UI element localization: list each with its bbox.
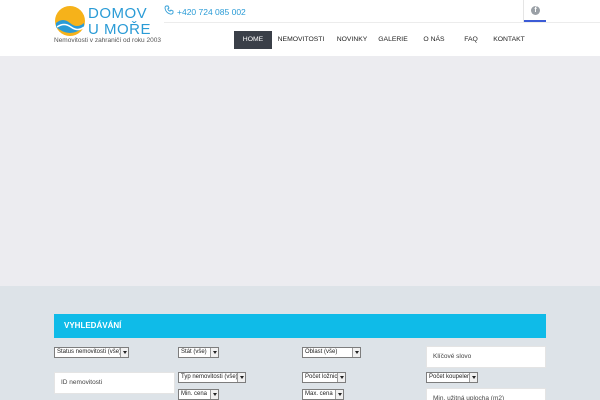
max-price-select-value: Max. cena: [305, 391, 333, 397]
phone-link[interactable]: +420 724 085 002: [177, 6, 246, 18]
nav-item-novinky[interactable]: NOVINKY: [330, 31, 374, 49]
min-price-select[interactable]: Min. cena: [178, 389, 219, 400]
min-price-select-value: Min. cena: [181, 391, 208, 397]
chevron-down-icon: [469, 373, 477, 382]
region-select[interactable]: Oblast (vše): [302, 347, 361, 358]
property-type-select-value: Typ nemovitosti (vše): [181, 374, 238, 380]
chevron-down-icon: [120, 348, 128, 357]
max-price-select[interactable]: Max. cena: [302, 389, 344, 400]
status-select[interactable]: Status nemovitosti (vše): [54, 347, 129, 358]
nav-item-o-nas[interactable]: O NÁS: [412, 31, 456, 49]
nav-item-kontakt[interactable]: KONTAKT: [486, 31, 532, 49]
search-header-bar: [54, 314, 546, 338]
brand-name-line2: U MOŘE: [88, 21, 151, 38]
chevron-down-icon: [210, 390, 218, 399]
phone-icon: [164, 5, 174, 15]
facebook-icon[interactable]: f: [531, 6, 540, 15]
chevron-down-icon: [337, 373, 345, 382]
region-select-value: Oblast (vše): [305, 349, 338, 355]
country-select-value: Stát (vše): [181, 349, 207, 355]
min-area-input[interactable]: Min. užitná uplocha (m2): [426, 388, 546, 400]
property-type-select[interactable]: Typ nemovitosti (vše): [178, 372, 246, 383]
bedrooms-select-value: Počet ložnic: [305, 374, 338, 380]
brand-tagline: Nemovitosti v zahraničí od roku 2003: [54, 37, 161, 44]
site-header: DOMOV U MOŘE Nemovitosti v zahraničí od …: [0, 0, 600, 56]
hero-banner: [0, 56, 600, 286]
bathrooms-select-value: Počet koupelen: [429, 374, 471, 380]
nav-item-faq[interactable]: FAQ: [456, 31, 486, 49]
sun-wave-logo-icon: [55, 6, 85, 36]
bedrooms-select[interactable]: Počet ložnic: [302, 372, 346, 383]
chevron-down-icon: [237, 373, 245, 382]
bathrooms-select[interactable]: Počet koupelen: [426, 372, 478, 383]
nav-item-galerie[interactable]: GALERIE: [374, 31, 412, 49]
brand-name-line1: DOMOV: [88, 5, 148, 22]
search-title: VYHLEDÁVÁNÍ: [64, 321, 122, 330]
social-underline: [524, 20, 546, 22]
main-nav: HOME NEMOVITOSTI NOVINKY GALERIE O NÁS F…: [234, 31, 532, 49]
keyword-input[interactable]: Klíčové slovo: [426, 346, 546, 368]
nav-item-nemovitosti[interactable]: NEMOVITOSTI: [272, 31, 330, 49]
chevron-down-icon: [210, 348, 218, 357]
property-id-input[interactable]: ID nemovitosti: [54, 372, 175, 394]
country-select[interactable]: Stát (vše): [178, 347, 219, 358]
status-select-value: Status nemovitosti (vše): [57, 349, 122, 355]
nav-item-home[interactable]: HOME: [234, 31, 272, 49]
chevron-down-icon: [352, 348, 360, 357]
header-divider: [164, 22, 600, 23]
social-separator: [523, 0, 524, 22]
chevron-down-icon: [335, 390, 343, 399]
